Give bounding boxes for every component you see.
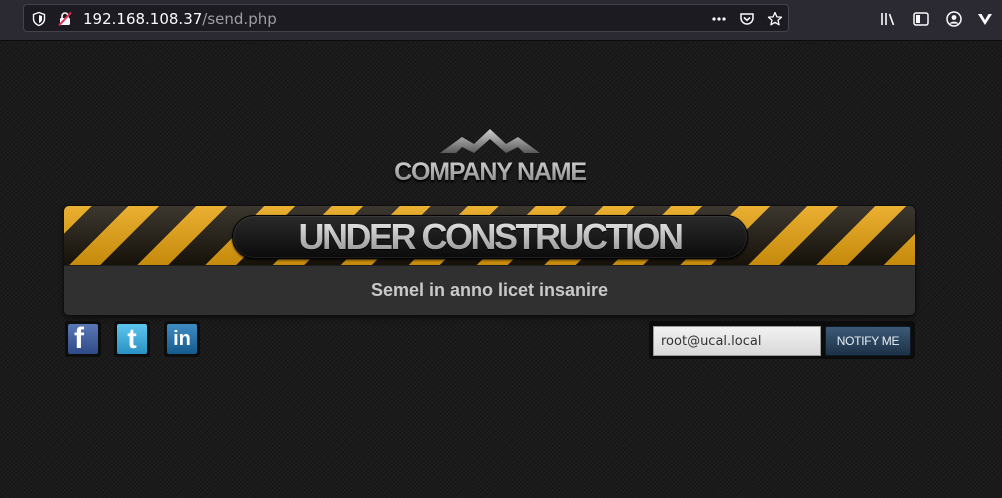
browser-toolbar: 192.168.108.37/send.php — [0, 0, 1002, 41]
url-text[interactable]: 192.168.108.37/send.php — [83, 11, 277, 27]
url-path: /send.php — [202, 10, 277, 28]
twitter-icon: t — [117, 324, 147, 354]
more-dots-icon[interactable] — [711, 11, 727, 27]
construction-panel: UNDER CONSTRUCTION Semel in anno licet i… — [64, 206, 915, 315]
email-input[interactable] — [653, 326, 821, 356]
twitter-glyph: t — [127, 324, 137, 354]
linkedin-button[interactable]: in — [164, 321, 200, 357]
shield-icon[interactable] — [31, 11, 47, 27]
linkedin-glyph: in — [173, 328, 191, 350]
linkedin-icon: in — [167, 324, 197, 354]
twitter-button[interactable]: t — [114, 321, 150, 357]
banner-title: UNDER CONSTRUCTION — [298, 216, 685, 257]
pocket-icon[interactable] — [739, 11, 755, 27]
url-host: 192.168.108.37 — [83, 10, 203, 28]
bookmark-star-icon[interactable] — [767, 11, 783, 27]
library-icon[interactable] — [879, 10, 897, 28]
address-bar[interactable]: 192.168.108.37/send.php — [23, 4, 789, 32]
facebook-button[interactable]: f — [65, 321, 101, 357]
facebook-glyph: f — [74, 324, 84, 354]
sidebar-icon[interactable] — [912, 10, 930, 28]
insecure-lock-icon[interactable] — [57, 11, 73, 27]
notify-me-button[interactable]: NOTIFY ME — [825, 326, 911, 356]
extension-icon[interactable] — [976, 10, 994, 28]
company-name: COMPANY NAME — [320, 158, 660, 187]
facebook-icon: f — [68, 324, 98, 354]
tagline: Semel in anno licet insanire — [64, 265, 915, 315]
banner-title-pill: UNDER CONSTRUCTION — [232, 215, 748, 259]
account-icon[interactable] — [945, 10, 963, 28]
company-logo-icon — [440, 129, 540, 153]
